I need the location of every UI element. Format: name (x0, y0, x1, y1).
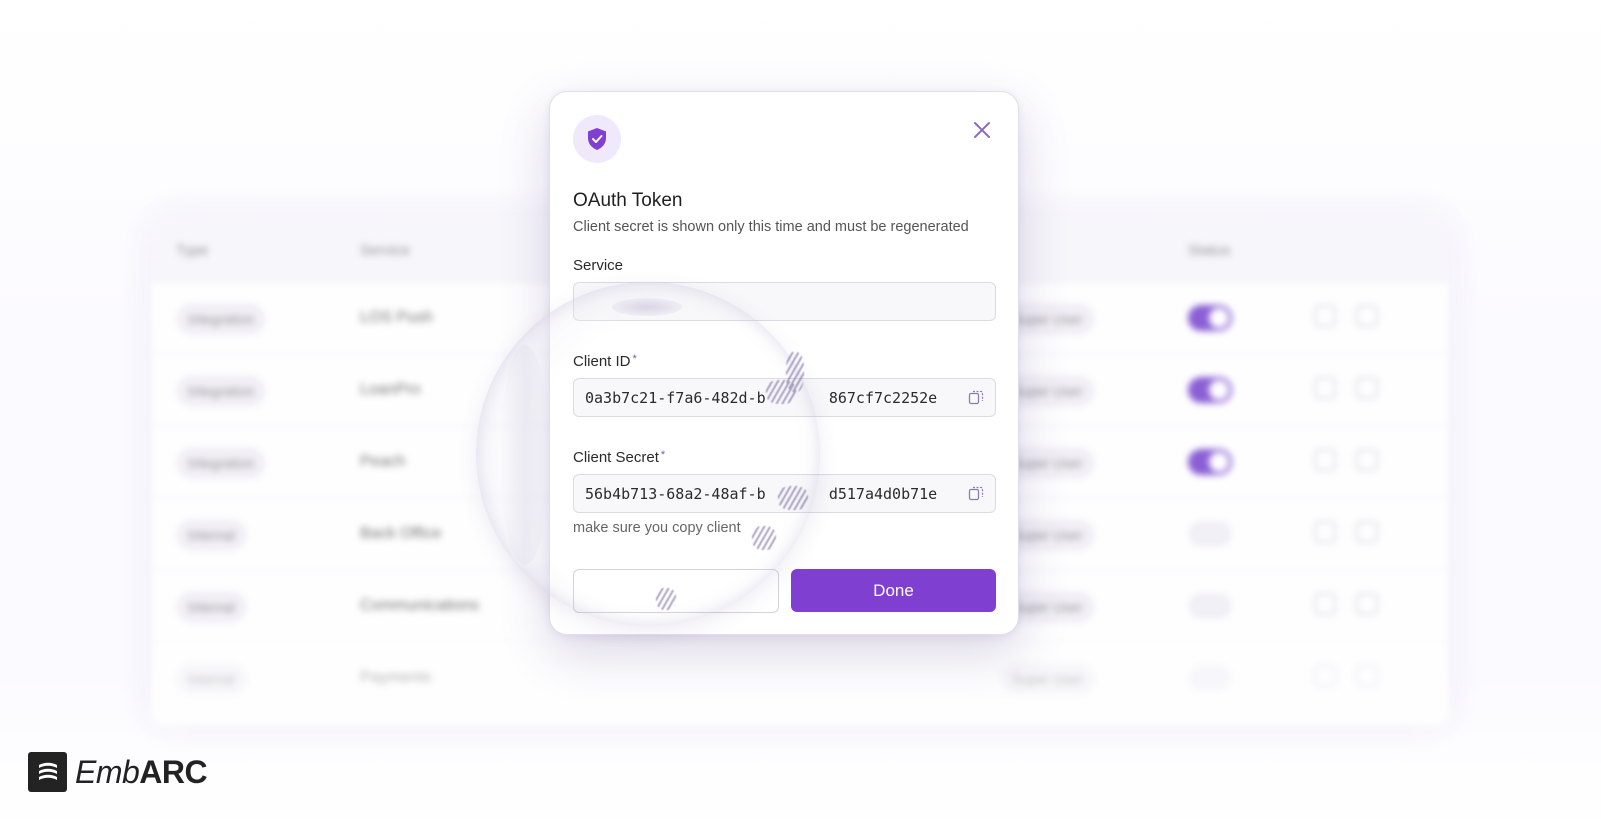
column-status: Status (1188, 242, 1231, 259)
service-name: Payments (360, 669, 432, 686)
close-icon (974, 122, 990, 138)
shield-check-icon (573, 115, 621, 163)
role-badge: Super User (1000, 663, 1095, 695)
status-toggle[interactable] (1188, 449, 1232, 475)
oauth-token-dialog: OAuth Token Client secret is shown only … (549, 91, 1019, 635)
close-button[interactable] (970, 118, 994, 142)
dialog-title: OAuth Token (573, 190, 683, 211)
status-toggle[interactable] (1188, 377, 1232, 403)
client-id-field[interactable] (573, 378, 996, 417)
service-name: Back Office (360, 525, 442, 542)
client-secret-field[interactable] (573, 474, 996, 513)
key-icon[interactable] (1356, 665, 1378, 687)
status-toggle[interactable] (1188, 593, 1232, 619)
service-name: Communications (360, 597, 480, 614)
dialog-subtitle: Client secret is shown only this time an… (573, 219, 969, 235)
type-badge: Internal (176, 519, 247, 551)
client-secret-label-text: Client Secret (573, 449, 659, 466)
edit-icon[interactable] (1314, 593, 1336, 615)
required-marker: * (632, 353, 637, 365)
copy-icon (968, 486, 984, 501)
edit-icon[interactable] (1314, 377, 1336, 399)
edit-icon[interactable] (1314, 449, 1336, 471)
type-badge: Internal (176, 663, 247, 695)
copy-client-secret-button[interactable] (965, 482, 987, 504)
status-toggle[interactable] (1188, 521, 1232, 547)
done-button[interactable]: Done (791, 569, 996, 612)
client-secret-label: Client Secret * (573, 449, 665, 466)
service-name: LOS Push (360, 309, 433, 326)
key-icon[interactable] (1356, 593, 1378, 615)
service-name: Peach (360, 453, 406, 470)
secondary-button[interactable] (573, 569, 779, 613)
client-id-label: Client ID * (573, 353, 637, 370)
brand-name: EmbARC (75, 753, 208, 791)
edit-icon[interactable] (1314, 305, 1336, 327)
brand-logo: EmbARC (28, 752, 208, 792)
shield-check-icon-svg (588, 128, 606, 150)
copy-hint: make sure you copy client (573, 520, 741, 536)
edit-icon[interactable] (1314, 521, 1336, 543)
required-marker: * (660, 449, 666, 461)
status-toggle[interactable] (1188, 305, 1232, 331)
service-label: Service (573, 257, 623, 274)
copy-client-id-button[interactable] (965, 386, 987, 408)
service-name: LoanPro (360, 381, 421, 398)
service-input[interactable] (573, 282, 996, 321)
service-label-text: Service (573, 257, 624, 274)
key-icon[interactable] (1356, 305, 1378, 327)
copy-icon (968, 390, 984, 405)
status-toggle[interactable] (1188, 665, 1232, 691)
brand-name-bold: ARC (139, 753, 208, 790)
key-icon[interactable] (1356, 521, 1378, 543)
embarc-mark-svg (38, 762, 57, 780)
table-row[interactable]: Internal Payments Super User (152, 642, 1448, 714)
type-badge: Integration (176, 447, 267, 479)
column-service: Service (360, 242, 411, 259)
key-icon[interactable] (1356, 449, 1378, 471)
column-type: Type (176, 242, 209, 259)
key-icon[interactable] (1356, 377, 1378, 399)
client-id-label-text: Client ID (573, 353, 631, 370)
edit-icon[interactable] (1314, 665, 1336, 687)
type-badge: Integration (176, 375, 267, 407)
type-badge: Internal (176, 591, 247, 623)
brand-name-light: Emb (75, 753, 140, 790)
embarc-logo-icon (28, 752, 67, 792)
type-badge: Integration (176, 303, 267, 335)
